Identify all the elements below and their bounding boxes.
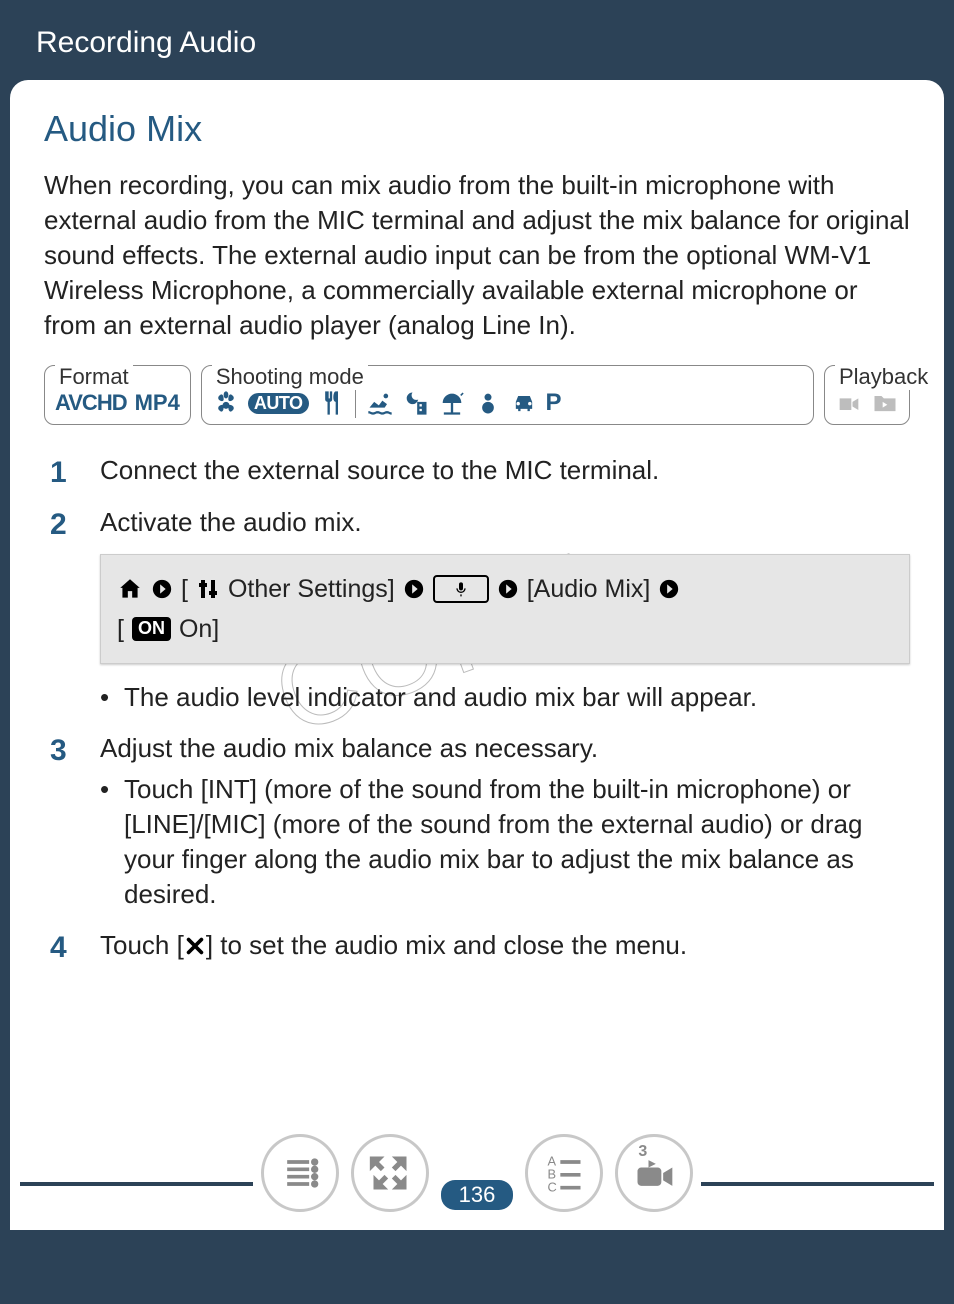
step-4-text-a: Touch [ — [100, 930, 184, 960]
format-avchd: AVCHD — [55, 390, 127, 416]
arrow-right-icon — [403, 578, 425, 600]
step-2-bullet: The audio level indicator and audio mix … — [100, 680, 910, 715]
mode-row: Format AVCHD MP4 Shooting mode AUTO — [44, 365, 910, 425]
sliders-icon — [196, 576, 220, 602]
snowman-icon — [474, 390, 502, 416]
footer-buttons: 136 ABC 3 — [253, 1134, 702, 1212]
menu-navigation-box: [ Other Settings] [Audio Mix] — [100, 554, 910, 664]
on-text: On] — [179, 609, 219, 649]
flower-icon — [212, 390, 240, 416]
program-p-icon: P — [546, 389, 562, 417]
x-close-icon — [184, 931, 206, 966]
night-building-icon — [402, 390, 430, 416]
steps-list: Connect the external source to the MIC t… — [44, 453, 910, 966]
intro-paragraph: When recording, you can mix audio from t… — [44, 168, 910, 343]
svg-text:C: C — [548, 1179, 557, 1194]
step-4: Touch [ ] to set the audio mix and close … — [44, 928, 910, 966]
film-camera-icon — [835, 390, 863, 416]
step-3-sublist: Touch [INT] (more of the sound from the … — [100, 772, 910, 912]
shooting-mode-label: Shooting mode — [212, 364, 368, 390]
auto-badge: AUTO — [248, 393, 309, 414]
on-badge: ON — [132, 617, 171, 641]
step-1: Connect the external source to the MIC t… — [44, 453, 910, 488]
format-label: Format — [55, 364, 133, 390]
badge-3: 3 — [638, 1143, 647, 1161]
toc-button[interactable] — [261, 1134, 339, 1212]
other-settings-text: Other Settings] — [228, 569, 395, 609]
arrow-right-icon — [151, 578, 173, 600]
format-group: Format AVCHD MP4 — [44, 365, 191, 425]
page-title: Audio Mix — [44, 108, 910, 150]
beach-umbrella-icon — [438, 390, 466, 416]
mic-tab-icon — [433, 575, 489, 603]
expand-button[interactable] — [351, 1134, 429, 1212]
index-button[interactable]: ABC — [525, 1134, 603, 1212]
page-body: COPY Audio Mix When recording, you can m… — [10, 80, 944, 1230]
step-1-text: Connect the external source to the MIC t… — [100, 455, 659, 485]
step-2-sublist: The audio level indicator and audio mix … — [100, 680, 910, 715]
divider — [355, 388, 356, 418]
footer-bar: 136 ABC 3 — [10, 1134, 944, 1230]
shooting-mode-group: Shooting mode AUTO P — [201, 365, 814, 425]
format-mp4: MP4 — [135, 390, 180, 416]
step-4-text-b: ] to set the audio mix and close the men… — [206, 930, 687, 960]
audio-mix-text: [Audio Mix] — [527, 569, 651, 609]
step-3: Adjust the audio mix balance as necessar… — [44, 731, 910, 912]
playback-group: Playback — [824, 365, 910, 425]
arrow-right-icon — [497, 578, 519, 600]
arrow-right-icon — [658, 578, 680, 600]
bracket-open-2: [ — [117, 609, 124, 649]
home-icon — [117, 576, 143, 602]
swimmer-icon — [366, 390, 394, 416]
play-folder-icon — [871, 390, 899, 416]
step-2-text: Activate the audio mix. — [100, 507, 362, 537]
chapter-header: Recording Audio — [0, 0, 954, 80]
step-3-bullet: Touch [INT] (more of the sound from the … — [100, 772, 910, 912]
page-number: 136 — [441, 1180, 514, 1210]
step-2: Activate the audio mix. [ Other Settings… — [44, 505, 910, 715]
car-icon — [510, 390, 538, 416]
step-3-text: Adjust the audio mix balance as necessar… — [100, 733, 598, 763]
bracket-open: [ — [181, 569, 188, 609]
cutlery-icon — [317, 390, 345, 416]
playback-label: Playback — [835, 364, 932, 390]
camcorder-button[interactable]: 3 — [615, 1134, 693, 1212]
